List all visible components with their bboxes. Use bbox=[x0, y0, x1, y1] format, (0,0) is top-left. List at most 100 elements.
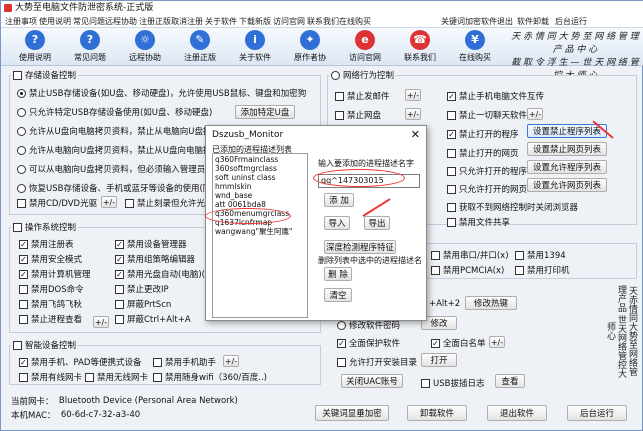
toolbar-button[interactable]: e 访问官网 bbox=[337, 30, 393, 63]
toolbar-button[interactable]: ✦ 原作者协 bbox=[282, 30, 338, 63]
ops-toggle-checkbox[interactable] bbox=[13, 222, 22, 232]
menu-item[interactable]: 关键词加密 bbox=[441, 16, 481, 27]
whitelist-plus-button[interactable]: +/- bbox=[489, 336, 505, 348]
cd-plus-button[interactable]: +/- bbox=[101, 196, 117, 208]
install-dir-checkbox[interactable] bbox=[337, 357, 346, 367]
storage-radio[interactable] bbox=[17, 107, 26, 117]
deep-detect-button[interactable]: 深度检测程序特征 bbox=[324, 240, 396, 254]
clear-button[interactable]: 清空 bbox=[324, 288, 352, 302]
net-checkbox[interactable] bbox=[447, 166, 456, 176]
toolbar-button[interactable]: ☎ 联系我们 bbox=[392, 30, 448, 63]
menu-item[interactable]: 使用说明 bbox=[39, 16, 71, 27]
ops-checkbox[interactable]: ✓ bbox=[19, 239, 28, 249]
list-item[interactable]: hmmlskin bbox=[215, 183, 252, 191]
toolbar-button[interactable]: ? 使用说明 bbox=[7, 30, 63, 63]
toolbar-button[interactable]: ✎ 注册正版 bbox=[172, 30, 228, 63]
menu-item[interactable]: 联系我们 bbox=[307, 16, 339, 27]
add-process-button[interactable]: 添 加 bbox=[324, 193, 354, 207]
menu-item[interactable]: 软件卸载 bbox=[517, 16, 549, 27]
disk-plus-button[interactable]: +/- bbox=[405, 108, 421, 120]
net-toggle[interactable] bbox=[331, 70, 340, 80]
set-block-web-button[interactable]: 设置禁止网页列表 bbox=[527, 142, 607, 156]
set-allow-web-button[interactable]: 设置允许网页列表 bbox=[527, 178, 607, 192]
burn-checkbox[interactable] bbox=[125, 198, 134, 208]
toolbar-button[interactable]: ? 常见问题 bbox=[62, 30, 118, 63]
usb-log-checkbox[interactable] bbox=[421, 378, 430, 388]
net-checkbox[interactable]: ✓ bbox=[447, 129, 456, 139]
net-checkbox[interactable] bbox=[335, 91, 344, 101]
annotation-circle bbox=[313, 169, 405, 187]
modify-hotkey-button[interactable]: 修改热键 bbox=[465, 296, 517, 310]
list-item[interactable]: q360Frmainclass bbox=[215, 156, 278, 164]
list-item[interactable]: soft uninst class bbox=[215, 174, 276, 182]
menu-item[interactable]: 在线购买 bbox=[339, 16, 371, 27]
background-run-button[interactable]: 后台运行 bbox=[567, 405, 627, 421]
chat-checkbox[interactable] bbox=[447, 110, 456, 120]
ops-checkbox[interactable]: ✓ bbox=[19, 269, 28, 279]
menu-item[interactable]: 后台运行 bbox=[555, 16, 587, 27]
mail-plus-button[interactable]: +/- bbox=[405, 89, 421, 101]
smart-toggle-checkbox[interactable] bbox=[13, 340, 22, 350]
ops-checkbox[interactable] bbox=[19, 299, 28, 309]
toolbar-button[interactable]: ¥ 在线购买 bbox=[447, 30, 503, 63]
storage-radio[interactable] bbox=[17, 88, 26, 98]
ops-plus-button[interactable]: +/- bbox=[93, 316, 109, 328]
chat-plus-button[interactable]: +/- bbox=[527, 108, 543, 120]
set-block-program-button[interactable]: 设置禁止程序列表 bbox=[527, 124, 607, 138]
exit-button[interactable]: 退出软件 bbox=[487, 405, 547, 421]
about-icon: i bbox=[245, 30, 265, 50]
storage-toggle-checkbox[interactable] bbox=[13, 70, 22, 80]
import-button[interactable]: 导入 bbox=[324, 216, 350, 230]
menu-item[interactable]: 注册事项 bbox=[5, 16, 37, 27]
cd-dvd-checkbox[interactable] bbox=[17, 198, 26, 208]
menu-item[interactable]: 远程协助 bbox=[105, 16, 137, 27]
process-list[interactable]: q360Frmainclass 360softmgrclass soft unins… bbox=[212, 153, 308, 318]
close-uac-button[interactable]: 关闭UAC账号 bbox=[341, 374, 403, 388]
menu-item[interactable]: 注册正版 bbox=[139, 16, 171, 27]
smart-plus-button[interactable]: +/- bbox=[223, 355, 239, 367]
storage-radio[interactable] bbox=[17, 126, 26, 136]
ops-checkbox[interactable] bbox=[115, 299, 124, 309]
list-item[interactable]: wangwang"聚生阿鹰" bbox=[215, 228, 292, 236]
view-log-button[interactable]: 查看 bbox=[495, 374, 525, 388]
whitelist-checkbox[interactable]: ✓ bbox=[431, 338, 440, 348]
ops-checkbox[interactable]: ✓ bbox=[115, 239, 124, 249]
full-protect-checkbox[interactable]: ✓ bbox=[337, 338, 346, 348]
phone-transfer-checkbox[interactable]: ✓ bbox=[447, 91, 456, 101]
ops-checkbox[interactable]: ✓ bbox=[19, 254, 28, 264]
net-checkbox[interactable] bbox=[447, 202, 456, 212]
net-checkbox[interactable] bbox=[447, 184, 456, 194]
menu-item[interactable]: 软件退出 bbox=[481, 16, 513, 27]
ops-checkbox[interactable] bbox=[115, 284, 124, 294]
toolbar-button[interactable]: ☼ 远程协助 bbox=[117, 30, 173, 63]
storage-group-title: 存储设备控制 bbox=[11, 69, 79, 81]
keyword-encrypt-button[interactable]: 关键词显垂加密 bbox=[315, 405, 389, 421]
set-allow-program-button[interactable]: 设置允许程序列表 bbox=[527, 160, 607, 174]
menu-item[interactable]: 下载新版 bbox=[239, 16, 271, 27]
net-checkbox[interactable] bbox=[335, 110, 344, 120]
uninstall-button[interactable]: 卸载软件 bbox=[407, 405, 467, 421]
ops-checkbox[interactable] bbox=[19, 284, 28, 294]
menu-item[interactable]: 取消注册 bbox=[171, 16, 203, 27]
ops-checkbox[interactable]: ✓ bbox=[115, 254, 124, 264]
delete-button[interactable]: 删 除 bbox=[324, 267, 352, 281]
ops-checkbox[interactable]: ✓ bbox=[115, 269, 124, 279]
add-specific-usb-button[interactable]: 添加特定U盘 bbox=[235, 105, 295, 119]
menu-item[interactable]: 关于软件 bbox=[205, 16, 237, 27]
menu-item[interactable]: 常见问题 bbox=[73, 16, 105, 27]
storage-radio[interactable] bbox=[17, 183, 26, 193]
menu-item[interactable]: 访问官网 bbox=[273, 16, 305, 27]
ops-checkbox[interactable] bbox=[115, 314, 124, 324]
ops-checkbox[interactable] bbox=[19, 314, 28, 324]
list-item[interactable]: wnd_base bbox=[215, 192, 252, 200]
open-button[interactable]: 打开 bbox=[421, 353, 457, 367]
storage-option: 只允许特定USB存储设备使用(如U盘、移动硬盘) bbox=[17, 106, 212, 118]
net-checkbox[interactable] bbox=[447, 217, 456, 227]
storage-radio[interactable] bbox=[17, 164, 26, 174]
toolbar-button[interactable]: i 关于软件 bbox=[227, 30, 283, 63]
storage-radio[interactable] bbox=[17, 145, 26, 155]
list-item[interactable]: 360softmgrclass bbox=[215, 165, 277, 173]
export-button[interactable]: 导出 bbox=[364, 216, 390, 230]
net-checkbox[interactable] bbox=[447, 148, 456, 158]
close-icon[interactable]: ✕ bbox=[411, 128, 420, 141]
